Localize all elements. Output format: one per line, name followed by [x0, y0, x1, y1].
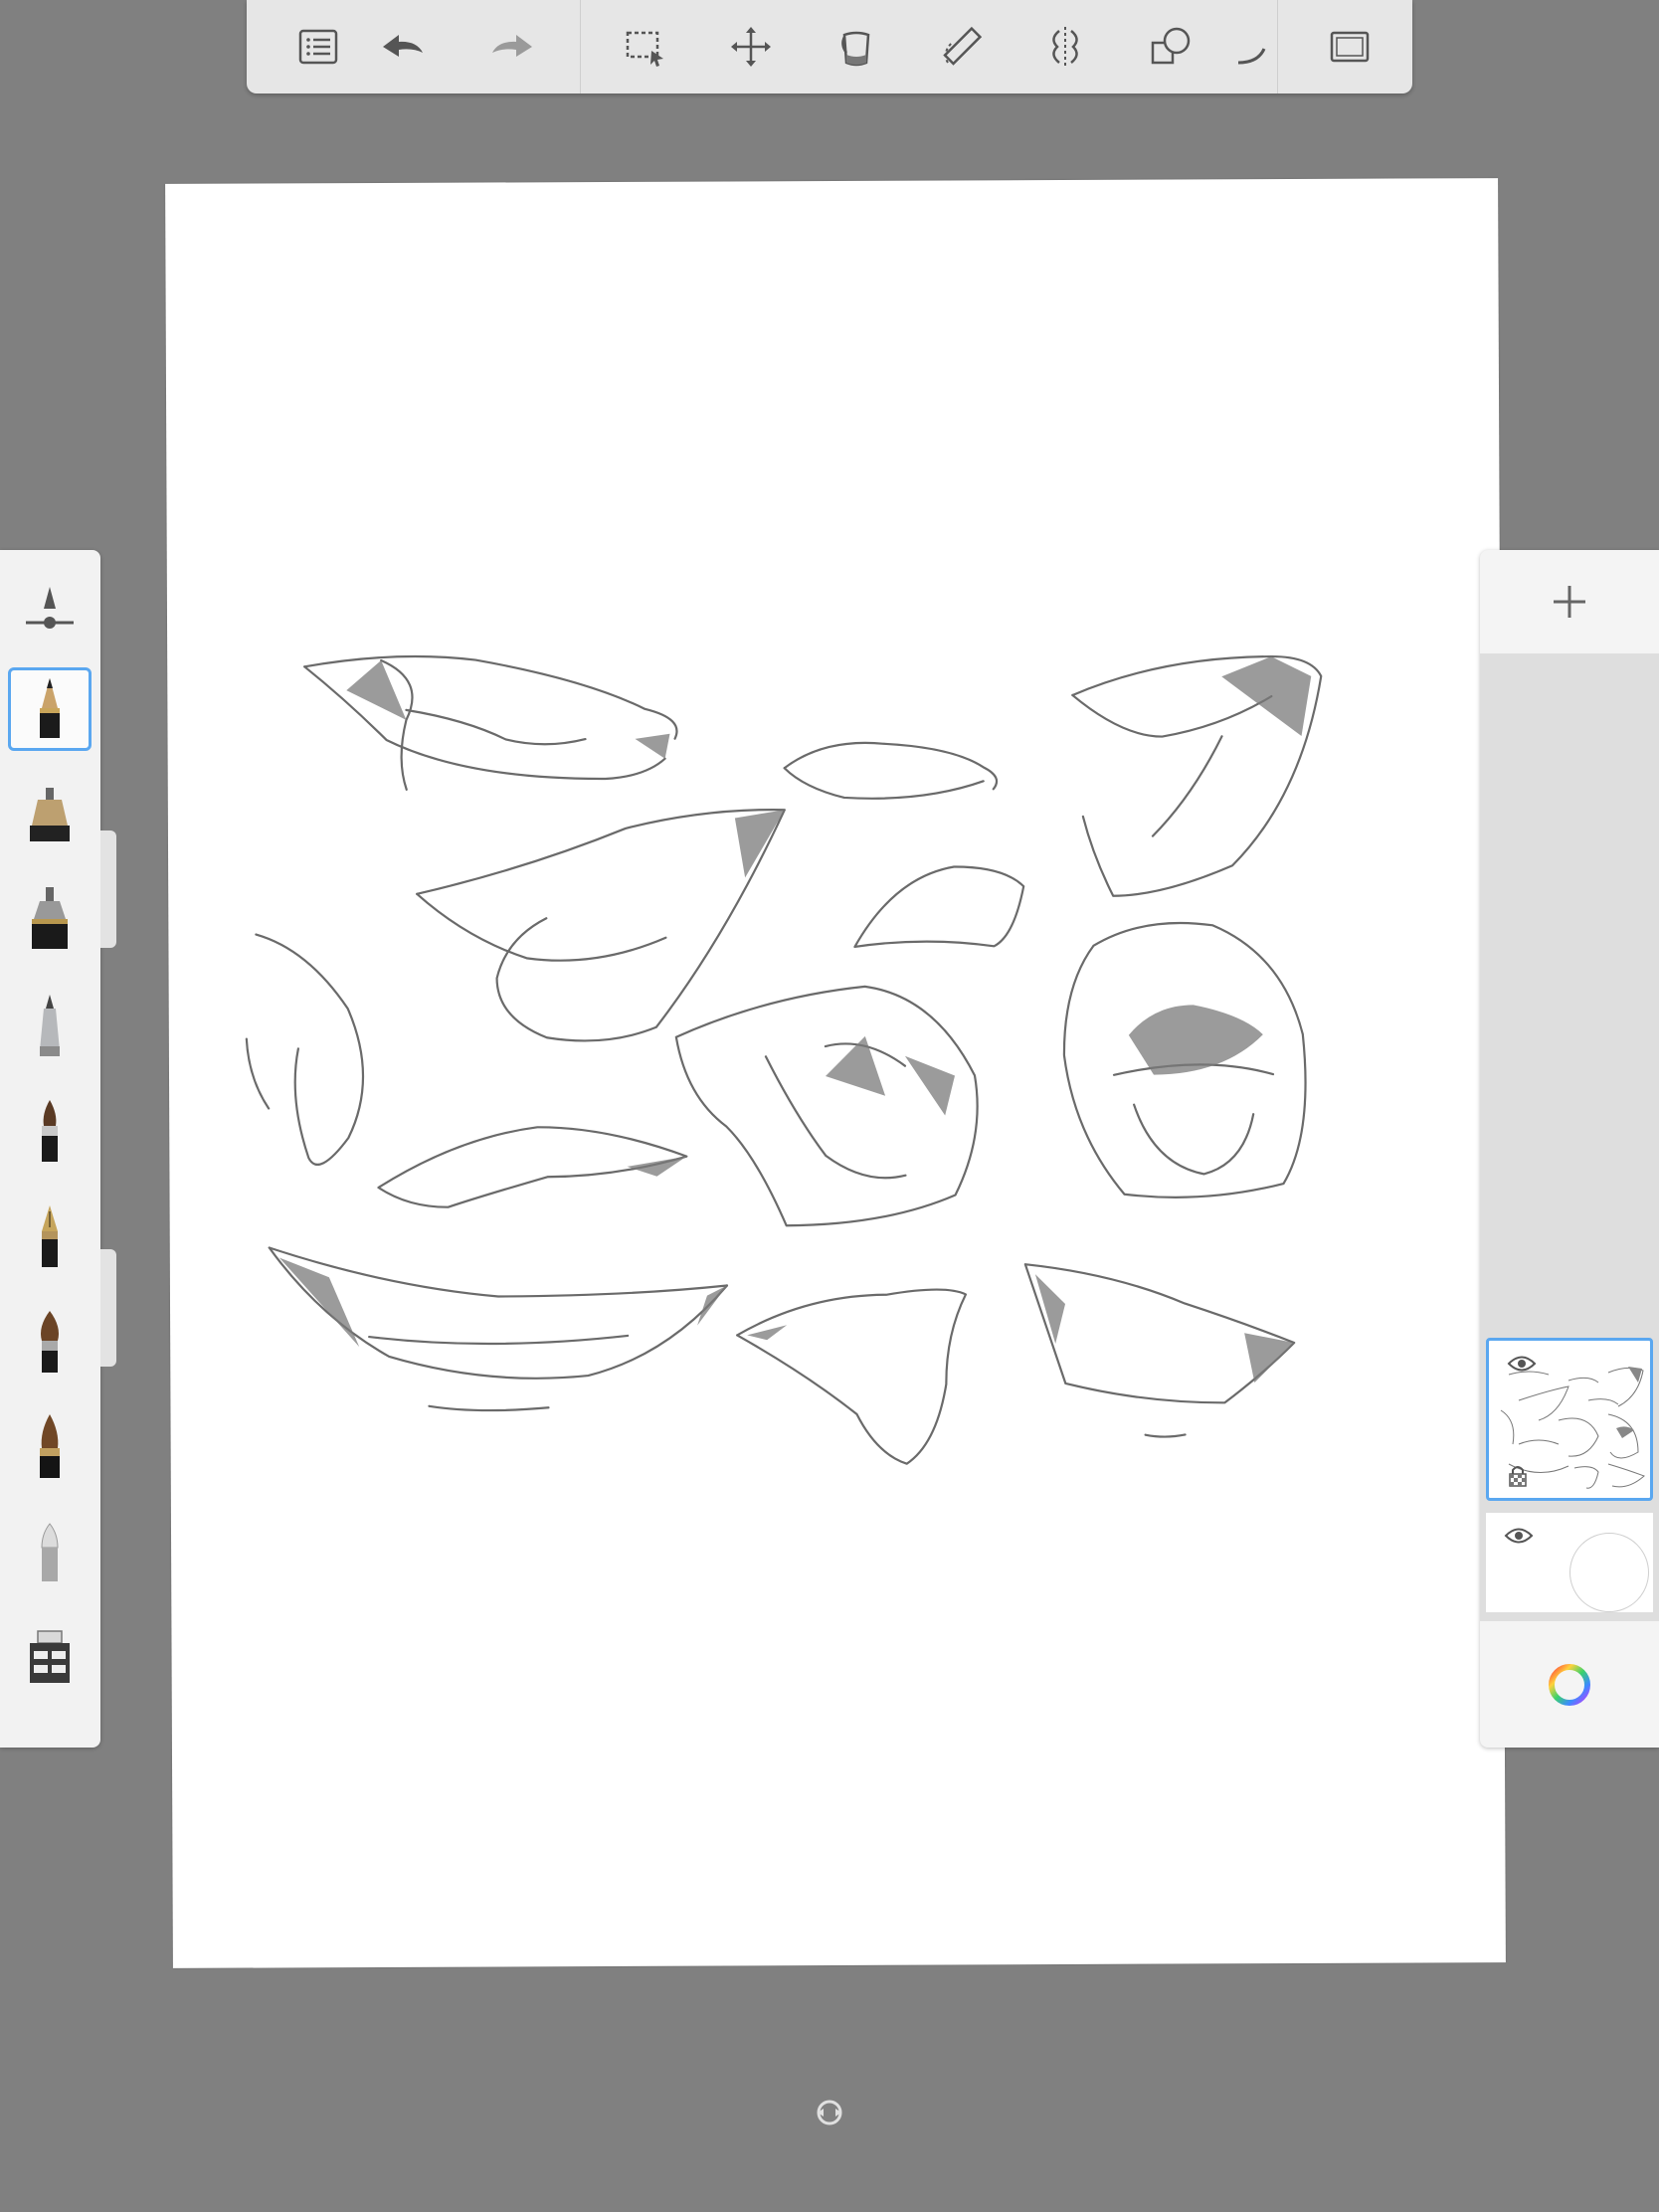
drawing-canvas[interactable] [165, 178, 1506, 1968]
add-layer-icon [1554, 586, 1585, 618]
fountain-pen-brush[interactable] [8, 1195, 92, 1278]
mouth-sketches [245, 654, 1323, 1465]
undo-icon[interactable] [368, 12, 438, 82]
rotation-reset-icon[interactable] [814, 2097, 845, 2128]
layer-visibility-eye-icon[interactable] [1507, 1353, 1537, 1375]
symmetry-icon[interactable] [1030, 12, 1100, 82]
ink-pen-brush[interactable] [8, 878, 92, 962]
paint-brush[interactable] [8, 1089, 92, 1173]
top-toolbar [247, 0, 1412, 93]
toolbar-separator [580, 0, 581, 93]
redo-icon[interactable] [477, 12, 547, 82]
transform-icon[interactable] [716, 12, 786, 82]
layer-visibility-eye-icon[interactable] [1504, 1525, 1534, 1547]
palette-drag-handle[interactable] [100, 830, 116, 948]
color-button[interactable] [1480, 1621, 1659, 1748]
drawing-layer[interactable] [1486, 1338, 1653, 1501]
toolbar-separator [1277, 0, 1278, 93]
list-icon[interactable] [283, 12, 353, 82]
fullscreen-icon[interactable] [1315, 12, 1384, 82]
brush-palette [0, 550, 100, 1748]
background-color-swatch[interactable] [1569, 1533, 1649, 1612]
pencil-brush[interactable] [8, 667, 92, 751]
alpha-lock-icon[interactable] [1507, 1464, 1529, 1488]
color-wheel-icon [1549, 1664, 1590, 1706]
fill-bucket-icon[interactable] [822, 12, 891, 82]
ruler-icon[interactable] [927, 12, 997, 82]
brush-library-icon[interactable] [8, 1616, 92, 1700]
palette-drag-handle[interactable] [100, 1249, 116, 1367]
selection-icon[interactable] [611, 12, 680, 82]
marker-brush[interactable] [8, 984, 92, 1067]
curve-icon[interactable] [1227, 12, 1277, 82]
background-layer[interactable] [1486, 1513, 1653, 1612]
eraser-brush[interactable] [8, 1511, 92, 1594]
shapes-icon[interactable] [1136, 12, 1205, 82]
round-brush[interactable] [8, 1405, 92, 1489]
airbrush-brush[interactable] [8, 773, 92, 856]
add-layer-button[interactable] [1480, 550, 1659, 653]
layer-panel [1480, 550, 1659, 1748]
brush-size-control[interactable] [8, 568, 92, 651]
flat-brush[interactable] [8, 1300, 92, 1383]
